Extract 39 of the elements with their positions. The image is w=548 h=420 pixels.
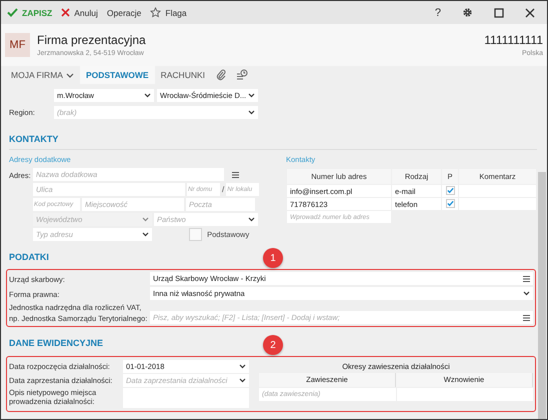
menu-icon[interactable]: [523, 314, 530, 320]
resume-date-field[interactable]: [396, 388, 533, 401]
chevron-down-icon: [66, 72, 74, 78]
section-heading: PODATKI: [9, 252, 49, 262]
tab[interactable]: RACHUNKI: [154, 66, 212, 84]
chevron-down-icon: [248, 110, 255, 114]
tax-number: 1111111111: [484, 33, 543, 47]
settings-icon[interactable]: [462, 7, 473, 18]
chevron-down-icon: [523, 291, 530, 296]
section-heading: DANE EWIDENCYJNE: [9, 338, 104, 348]
chevron-down-icon: [144, 92, 151, 98]
checkbox[interactable]: [446, 199, 454, 208]
help-button[interactable]: ?: [434, 6, 441, 18]
chevron-down-icon: [239, 378, 246, 383]
company-menu-tab[interactable]: MOJA FIRMA: [5, 66, 80, 84]
section-heading: KONTAKTY: [9, 134, 58, 144]
tab[interactable]: PODSTAWOWE: [80, 66, 155, 84]
separator: /: [222, 185, 224, 194]
flag-button[interactable]: Flaga: [150, 7, 187, 18]
number-badge: 2: [263, 335, 283, 355]
check-icon: [7, 8, 18, 17]
close-icon[interactable]: [525, 8, 535, 18]
maximize-icon[interactable]: [494, 8, 504, 18]
menu-icon[interactable]: [523, 276, 530, 282]
chevron-down-icon: [239, 364, 246, 369]
save-button[interactable]: ZAPISZ: [7, 8, 52, 18]
cancel-button[interactable]: Anuluj: [61, 8, 98, 18]
chevron-down-icon: [248, 217, 255, 222]
operations-menu[interactable]: Operacje: [106, 8, 142, 18]
company-name: Firma prezentacyjna: [37, 33, 146, 47]
chevron-down-icon: [248, 92, 256, 98]
checkbox[interactable]: [446, 186, 454, 195]
chevron-down-icon: [142, 232, 149, 237]
close-icon: [61, 8, 70, 17]
company-initials: MF: [5, 33, 30, 57]
number-badge: 1: [263, 248, 283, 268]
chevron-down-icon: [142, 217, 149, 222]
star-icon: [150, 7, 162, 18]
menu-icon[interactable]: [232, 172, 239, 178]
